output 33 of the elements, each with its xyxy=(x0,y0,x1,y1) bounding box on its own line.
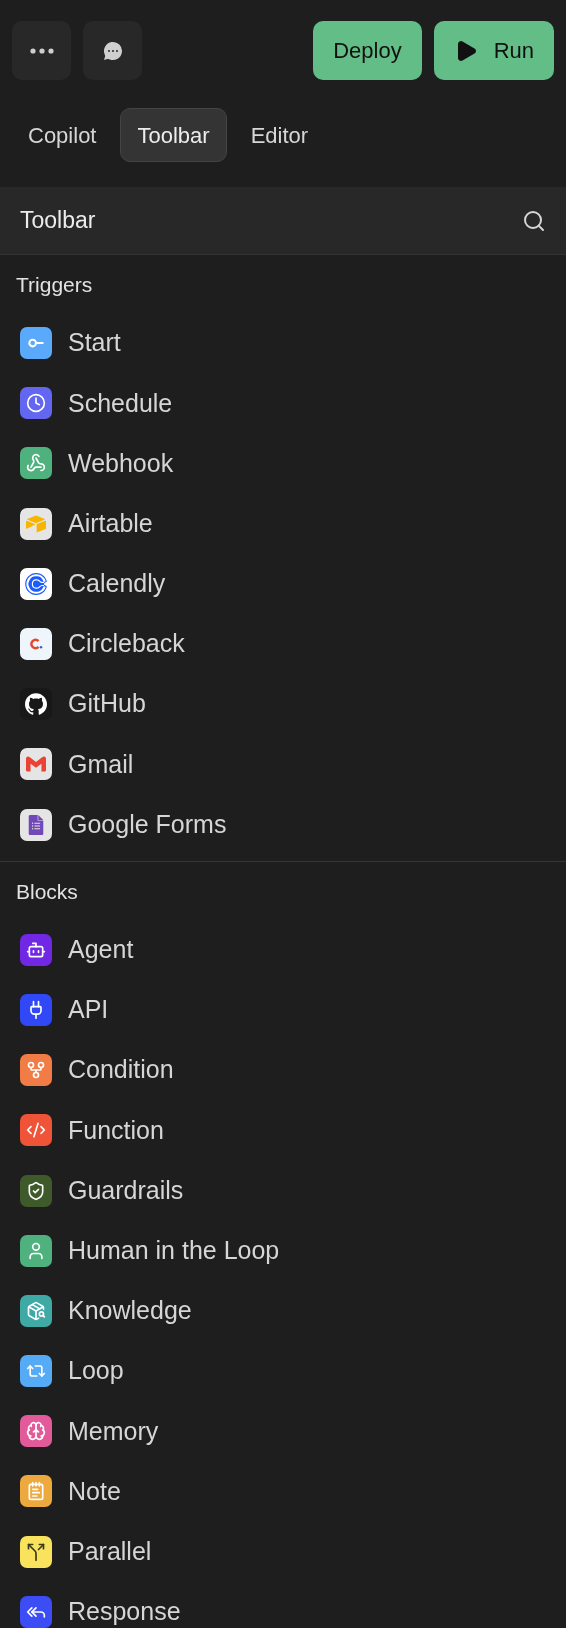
block-item[interactable]: Condition xyxy=(0,1040,566,1101)
section-heading: Blocks xyxy=(15,878,79,905)
block-item[interactable]: GitHub xyxy=(0,674,566,735)
block-item[interactable]: Human in the Loop xyxy=(0,1220,566,1281)
block-item[interactable]: Schedule xyxy=(0,373,566,434)
block-item[interactable]: Function xyxy=(0,1100,566,1161)
block-item[interactable]: Knowledge xyxy=(0,1280,566,1341)
block-item[interactable]: Circleback xyxy=(0,613,566,675)
block-item[interactable]: Google Forms xyxy=(0,794,566,855)
block-item[interactable]: Gmail xyxy=(0,734,566,795)
tab[interactable]: Copilot xyxy=(12,108,113,162)
chat-button[interactable] xyxy=(83,21,142,80)
block-item[interactable]: Airtable xyxy=(0,493,566,554)
search-icon[interactable] xyxy=(522,208,546,233)
block-item[interactable]: Parallel xyxy=(0,1521,566,1582)
block-item[interactable]: Webhook xyxy=(0,433,566,494)
block-item[interactable]: Memory xyxy=(0,1401,566,1462)
block-item[interactable]: API xyxy=(0,979,566,1041)
tab[interactable]: Toolbar xyxy=(120,108,227,162)
run-button[interactable]: Run xyxy=(433,21,554,80)
block-item[interactable]: Calendly xyxy=(0,553,566,614)
block-item[interactable]: Loop xyxy=(0,1341,566,1402)
block-item[interactable]: Response xyxy=(0,1581,566,1628)
block-item[interactable]: Start xyxy=(0,313,566,374)
more-button[interactable] xyxy=(12,21,71,80)
deploy-button[interactable]: Deploy xyxy=(313,21,422,80)
block-item[interactable]: Agent xyxy=(0,919,566,980)
section-heading: Triggers xyxy=(15,272,94,299)
block-item[interactable]: Guardrails xyxy=(0,1160,566,1221)
panel-title: Toolbar xyxy=(20,206,96,236)
block-item[interactable]: Note xyxy=(0,1461,566,1522)
tab[interactable]: Editor xyxy=(234,108,325,162)
more-icon xyxy=(29,47,54,54)
